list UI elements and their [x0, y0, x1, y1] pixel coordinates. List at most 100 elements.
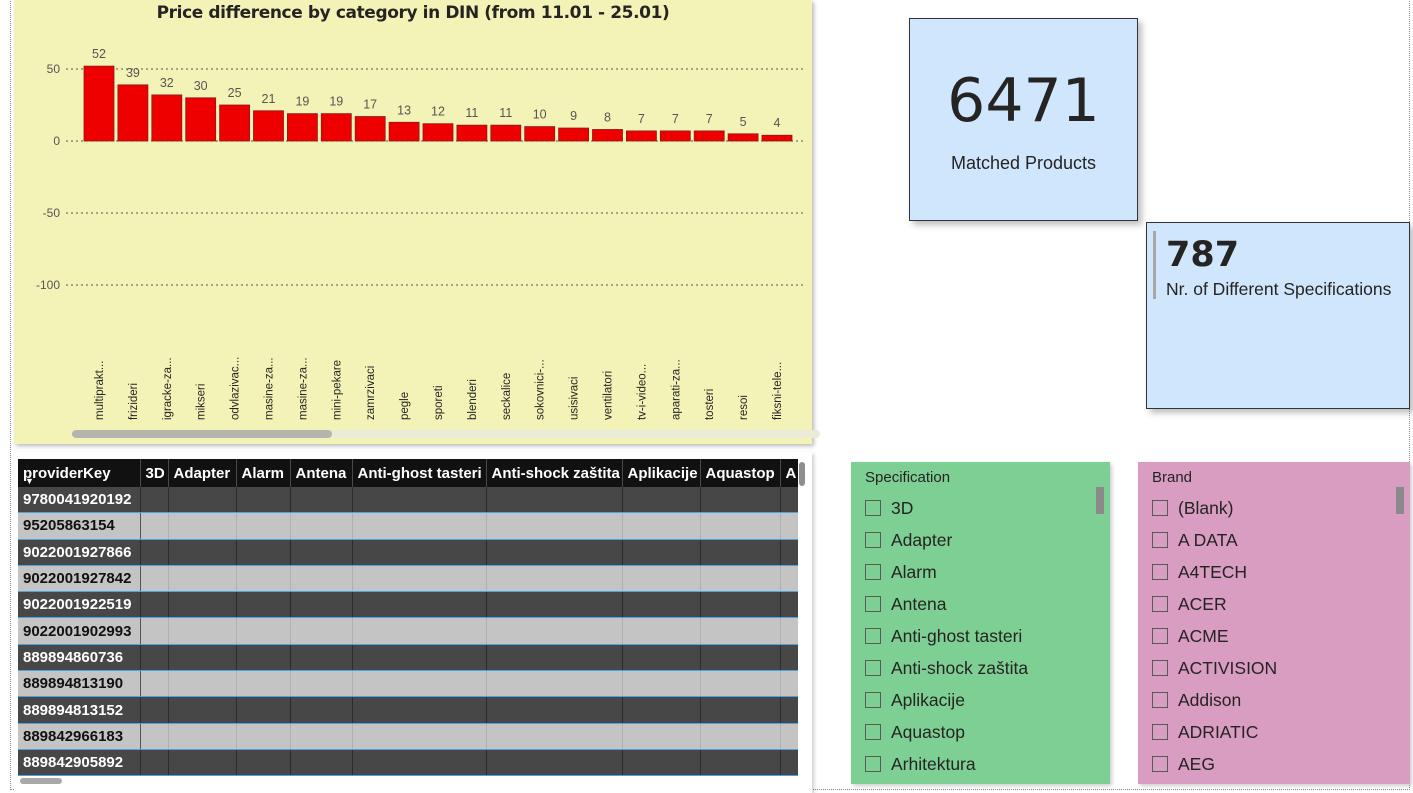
specification-slicer[interactable]: Specification 3D Adapter Alarm Antena Anti-g…: [851, 462, 1110, 784]
checkbox-icon[interactable]: [865, 500, 881, 516]
table-row[interactable]: 9022001922519: [18, 591, 798, 619]
value-cell: [352, 644, 487, 672]
table-row[interactable]: 9022001927842: [18, 565, 798, 593]
specification-slicer-scrollbar[interactable]: [1096, 487, 1104, 514]
specification-slicer-item[interactable]: Adapter: [865, 524, 1028, 556]
checkbox-icon[interactable]: [1152, 628, 1168, 644]
specification-slicer-item[interactable]: Anti-shock zaštita: [865, 652, 1028, 684]
brand-item-label: ACTIVISION: [1178, 657, 1278, 678]
table-row[interactable]: 9780041920192: [18, 487, 798, 514]
column-header-providerkey[interactable]: providerKey ▼: [18, 459, 141, 487]
bar: [727, 133, 759, 142]
brand-item-label: ADRIATIC: [1178, 721, 1259, 742]
bar: [286, 113, 318, 142]
value-cell: [486, 617, 623, 645]
value-cell: [352, 539, 487, 566]
table-row[interactable]: 9022001902993: [18, 617, 798, 645]
brand-slicer-item[interactable]: A4TECH: [1152, 556, 1277, 588]
brand-slicer-scrollbar[interactable]: [1396, 487, 1404, 514]
table-row[interactable]: 9022001927866: [18, 539, 798, 566]
specification-slicer-item[interactable]: Alarm: [865, 556, 1028, 588]
bar: [388, 121, 420, 142]
price-difference-chart[interactable]: 50 0 -50 -100 52 multiprakt... 39 frizideri 32 ig…: [14, 0, 820, 444]
brand-slicer-header: Brand: [1152, 469, 1193, 486]
column-header[interactable]: Anti-ghost tasteri: [352, 459, 487, 487]
value-cell: [290, 487, 353, 514]
brand-slicer-item[interactable]: AEG: [1152, 748, 1277, 780]
checkbox-icon[interactable]: [1152, 692, 1168, 708]
checkbox-icon[interactable]: [865, 628, 881, 644]
checkbox-icon[interactable]: [1152, 596, 1168, 612]
data-label: 7: [638, 112, 645, 126]
table-row[interactable]: 95205863154: [18, 512, 798, 540]
checkbox-icon[interactable]: [1152, 564, 1168, 580]
column-header[interactable]: Adapter: [168, 459, 237, 487]
chart-scroll-thumb[interactable]: [72, 430, 332, 438]
table-row[interactable]: 889894860736: [18, 644, 798, 672]
brand-slicer-item[interactable]: (Blank): [1152, 492, 1277, 524]
matched-products-card[interactable]: 6471 Matched Products: [909, 18, 1138, 221]
value-cell: [352, 487, 487, 514]
value-cell: [290, 723, 353, 750]
checkbox-icon[interactable]: [865, 660, 881, 676]
column-header[interactable]: Antena: [290, 459, 353, 487]
specification-matrix[interactable]: providerKey ▼ 3D Adapter Alarm Antena Anti-gho…: [14, 452, 812, 793]
table-row[interactable]: 889894813190: [18, 670, 798, 698]
column-header[interactable]: Alarm: [236, 459, 291, 487]
value-cell: [168, 696, 237, 724]
brand-slicer-item[interactable]: Addison: [1152, 684, 1277, 716]
specification-slicer-item[interactable]: Anti-ghost tasteri: [865, 620, 1028, 652]
bar: [354, 116, 386, 142]
table-row[interactable]: 889894813152: [18, 696, 798, 724]
specification-slicer-item[interactable]: Arhitektura: [865, 748, 1028, 780]
checkbox-icon[interactable]: [1152, 532, 1168, 548]
checkbox-icon[interactable]: [1152, 660, 1168, 676]
checkbox-icon[interactable]: [1152, 724, 1168, 740]
y-tick-label: -100: [36, 278, 60, 292]
column-header[interactable]: 3D: [140, 459, 169, 487]
table-row[interactable]: 889842905892 6: [18, 749, 798, 777]
bar: [117, 84, 149, 142]
value-cell: [168, 591, 237, 619]
column-header[interactable]: A: [780, 459, 798, 487]
brand-slicer-item[interactable]: ACTIVISION: [1152, 652, 1277, 684]
value-cell: [290, 749, 353, 777]
brand-slicer-item[interactable]: A DATA: [1152, 524, 1277, 556]
data-label: 8: [604, 110, 611, 124]
value-cell: [168, 723, 237, 750]
sort-descending-icon[interactable]: ▼: [25, 476, 34, 486]
column-header[interactable]: Anti-shock zaštita: [486, 459, 623, 487]
chart-horizontal-scrollbar[interactable]: [72, 430, 820, 438]
checkbox-icon[interactable]: [865, 596, 881, 612]
checkbox-icon[interactable]: [1152, 500, 1168, 516]
checkbox-icon[interactable]: [865, 692, 881, 708]
column-header[interactable]: Aplikacije: [622, 459, 701, 487]
value-cell: [780, 644, 798, 672]
brand-slicer[interactable]: Brand (Blank) A DATA A4TECH ACER ACME ACTIVIS…: [1138, 462, 1410, 784]
specification-slicer-item[interactable]: Antena: [865, 588, 1028, 620]
value-cell: [622, 512, 701, 540]
brand-slicer-item[interactable]: ACME: [1152, 620, 1277, 652]
matrix-vertical-scrollbar[interactable]: [799, 462, 805, 486]
matrix-viewport[interactable]: providerKey ▼ 3D Adapter Alarm Antena Anti-gho…: [18, 459, 798, 777]
value-cell: [486, 723, 623, 750]
specification-slicer-item[interactable]: Aplikacije: [865, 684, 1028, 716]
checkbox-icon[interactable]: [1152, 756, 1168, 772]
specification-slicer-item[interactable]: 3D: [865, 492, 1028, 524]
brand-slicer-item[interactable]: ADRIATIC: [1152, 716, 1277, 748]
matrix-horizontal-scrollbar[interactable]: [20, 778, 62, 784]
checkbox-icon[interactable]: [865, 724, 881, 740]
value-cell: [622, 487, 701, 514]
brand-item-label: Addison: [1178, 689, 1242, 710]
checkbox-icon[interactable]: [865, 532, 881, 548]
checkbox-icon[interactable]: [865, 756, 881, 772]
specification-slicer-item[interactable]: Aquastop: [865, 716, 1028, 748]
card-accent-bar: [1153, 231, 1156, 299]
column-header[interactable]: Aquastop: [700, 459, 781, 487]
checkbox-icon[interactable]: [865, 564, 881, 580]
provider-key-cell: 9022001927842: [18, 565, 141, 593]
brand-slicer-item[interactable]: ACER: [1152, 588, 1277, 620]
different-specifications-card[interactable]: 787 Nr. of Different Specifications: [1146, 222, 1410, 409]
table-row[interactable]: 889842966183 6: [18, 723, 798, 750]
value-cell: [140, 565, 169, 593]
